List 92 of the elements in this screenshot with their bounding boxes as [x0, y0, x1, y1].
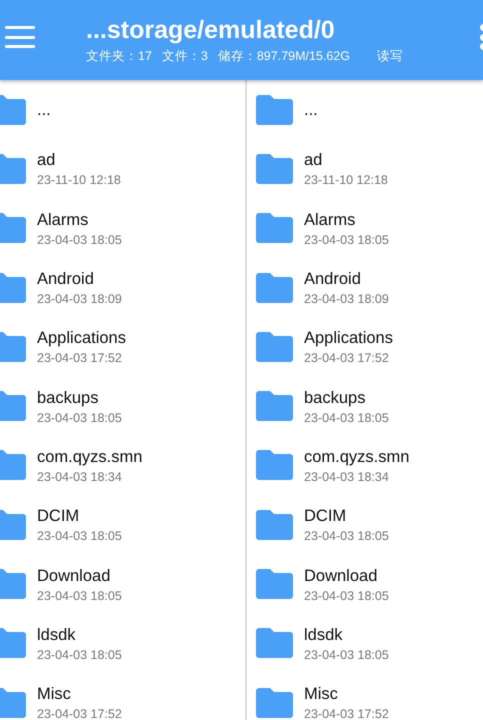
- modified-date: 23-04-03 17:52: [304, 707, 389, 720]
- modified-date: 23-04-03 18:05: [37, 648, 122, 662]
- folder-icon: [0, 450, 26, 480]
- folder-icon: [256, 213, 293, 244]
- folder-icon: [256, 332, 293, 362]
- folder-item[interactable]: Alarms 23-04-03 18:05: [247, 198, 483, 258]
- folder-icon: [0, 688, 26, 718]
- folder-name: backups: [304, 388, 366, 408]
- modified-date: 23-04-03 18:05: [304, 648, 389, 662]
- modified-date: 23-04-03 18:05: [304, 588, 389, 603]
- folder-name: Applications: [304, 328, 393, 348]
- folder-icon: [256, 391, 293, 422]
- folder-item[interactable]: DCIM 23-04-03 18:05: [247, 495, 483, 554]
- folder-icon: [0, 332, 26, 362]
- modified-date: 23-04-03 18:09: [304, 292, 389, 306]
- folder-item[interactable]: Android 23-04-03 18:09: [0, 258, 245, 318]
- modified-date: 23-04-03 18:05: [37, 232, 122, 247]
- folder-name: ldsdk: [304, 624, 344, 645]
- modified-date: 23-04-03 18:05: [304, 410, 389, 425]
- folder-name: Misc: [304, 684, 339, 704]
- folder-icon: [0, 94, 26, 125]
- folder-item[interactable]: Misc 23-04-03 17:52: [247, 672, 483, 720]
- modified-date: 23-04-03 17:52: [37, 707, 122, 720]
- folder-icon: [0, 272, 26, 303]
- folder-item[interactable]: Download 23-04-03 18:05: [247, 554, 483, 614]
- storage-stat: 文件夹：17: [86, 48, 152, 65]
- folder-icon: [256, 94, 293, 125]
- folder-name: ...: [304, 100, 318, 120]
- storage-stat: 文件：3: [162, 48, 208, 65]
- folder-item[interactable]: Alarms 23-04-03 18:05: [0, 198, 245, 258]
- modified-date: 23-04-03 18:05: [304, 529, 389, 544]
- storage-stat: 储存：897.79M/15.62G: [218, 48, 350, 65]
- folder-name: Alarms: [304, 210, 356, 230]
- folder-icon: [0, 391, 26, 422]
- modified-date: 23-04-03 18:34: [37, 470, 123, 484]
- folder-item[interactable]: Applications 23-04-03 17:52: [247, 317, 483, 376]
- folder-name: Alarms: [37, 210, 90, 230]
- folder-name: DCIM: [37, 506, 80, 526]
- folder-icon: [0, 154, 26, 184]
- folder-icon: [256, 628, 293, 658]
- folder-name: Android: [304, 269, 362, 290]
- folder-icon: [0, 628, 26, 658]
- modified-date: 23-04-03 18:05: [304, 232, 389, 247]
- folder-icon: [0, 510, 26, 540]
- folder-name: com.qyzs.smn: [304, 446, 410, 467]
- folder-item[interactable]: com.qyzs.smn 23-04-03 18:34: [0, 436, 245, 496]
- folder-name: DCIM: [304, 506, 348, 526]
- folder-name: Applications: [37, 328, 126, 348]
- folder-item[interactable]: Misc 23-04-03 17:52: [0, 672, 245, 720]
- modified-date: 23-04-03 17:52: [304, 351, 390, 366]
- menu-icon[interactable]: [5, 26, 35, 48]
- folder-name: Misc: [37, 684, 72, 704]
- modified-date: 23-04-03 18:05: [37, 529, 122, 544]
- folder-item[interactable]: ...: [247, 80, 483, 140]
- folder-name: backups: [37, 388, 100, 408]
- modified-date: 23-04-03 18:05: [37, 410, 122, 425]
- folder-item[interactable]: backups 23-04-03 18:05: [247, 376, 483, 436]
- folder-name: ad: [304, 150, 324, 170]
- folder-name: Download: [37, 566, 112, 586]
- folder-name: ...: [37, 100, 51, 120]
- folder-name: Android: [37, 269, 95, 290]
- folder-icon: [256, 154, 293, 184]
- path-title: ...storage/emulated/0: [86, 15, 336, 45]
- folder-item[interactable]: Applications 23-04-03 17:52: [0, 317, 245, 376]
- modified-date: 23-11-10 12:18: [37, 173, 121, 188]
- folder-icon: [256, 510, 293, 540]
- modified-date: 23-04-03 18:05: [37, 588, 122, 603]
- folder-item[interactable]: ldsdk 23-04-03 18:05: [0, 614, 245, 673]
- folder-item[interactable]: ad 23-11-10 12:18: [0, 139, 245, 199]
- folder-item[interactable]: ad 23-11-10 12:18: [247, 139, 483, 199]
- folder-name: ad: [37, 150, 56, 170]
- folder-item[interactable]: DCIM 23-04-03 18:05: [0, 495, 245, 554]
- folder-icon: [0, 213, 26, 244]
- access-mode: 读写: [376, 48, 403, 65]
- modified-date: 23-11-10 12:18: [304, 173, 388, 188]
- folder-icon: [256, 688, 293, 718]
- folder-icon: [0, 569, 26, 600]
- folder-icon: [256, 569, 293, 600]
- folder-icon: [256, 450, 293, 480]
- folder-item[interactable]: backups 23-04-03 18:05: [0, 376, 245, 436]
- folder-item[interactable]: ldsdk 23-04-03 18:05: [247, 614, 483, 673]
- folder-item[interactable]: Android 23-04-03 18:09: [247, 258, 483, 318]
- folder-name: ldsdk: [37, 624, 77, 645]
- modified-date: 23-04-03 18:34: [304, 470, 390, 484]
- folder-name: Download: [304, 566, 378, 586]
- folder-icon: [256, 272, 293, 303]
- modified-date: 23-04-03 17:52: [37, 351, 123, 366]
- modified-date: 23-04-03 18:09: [37, 292, 122, 306]
- folder-item[interactable]: com.qyzs.smn 23-04-03 18:34: [247, 436, 483, 496]
- folder-item[interactable]: ...: [0, 80, 245, 140]
- folder-item[interactable]: Download 23-04-03 18:05: [0, 554, 245, 614]
- folder-name: com.qyzs.smn: [37, 446, 142, 467]
